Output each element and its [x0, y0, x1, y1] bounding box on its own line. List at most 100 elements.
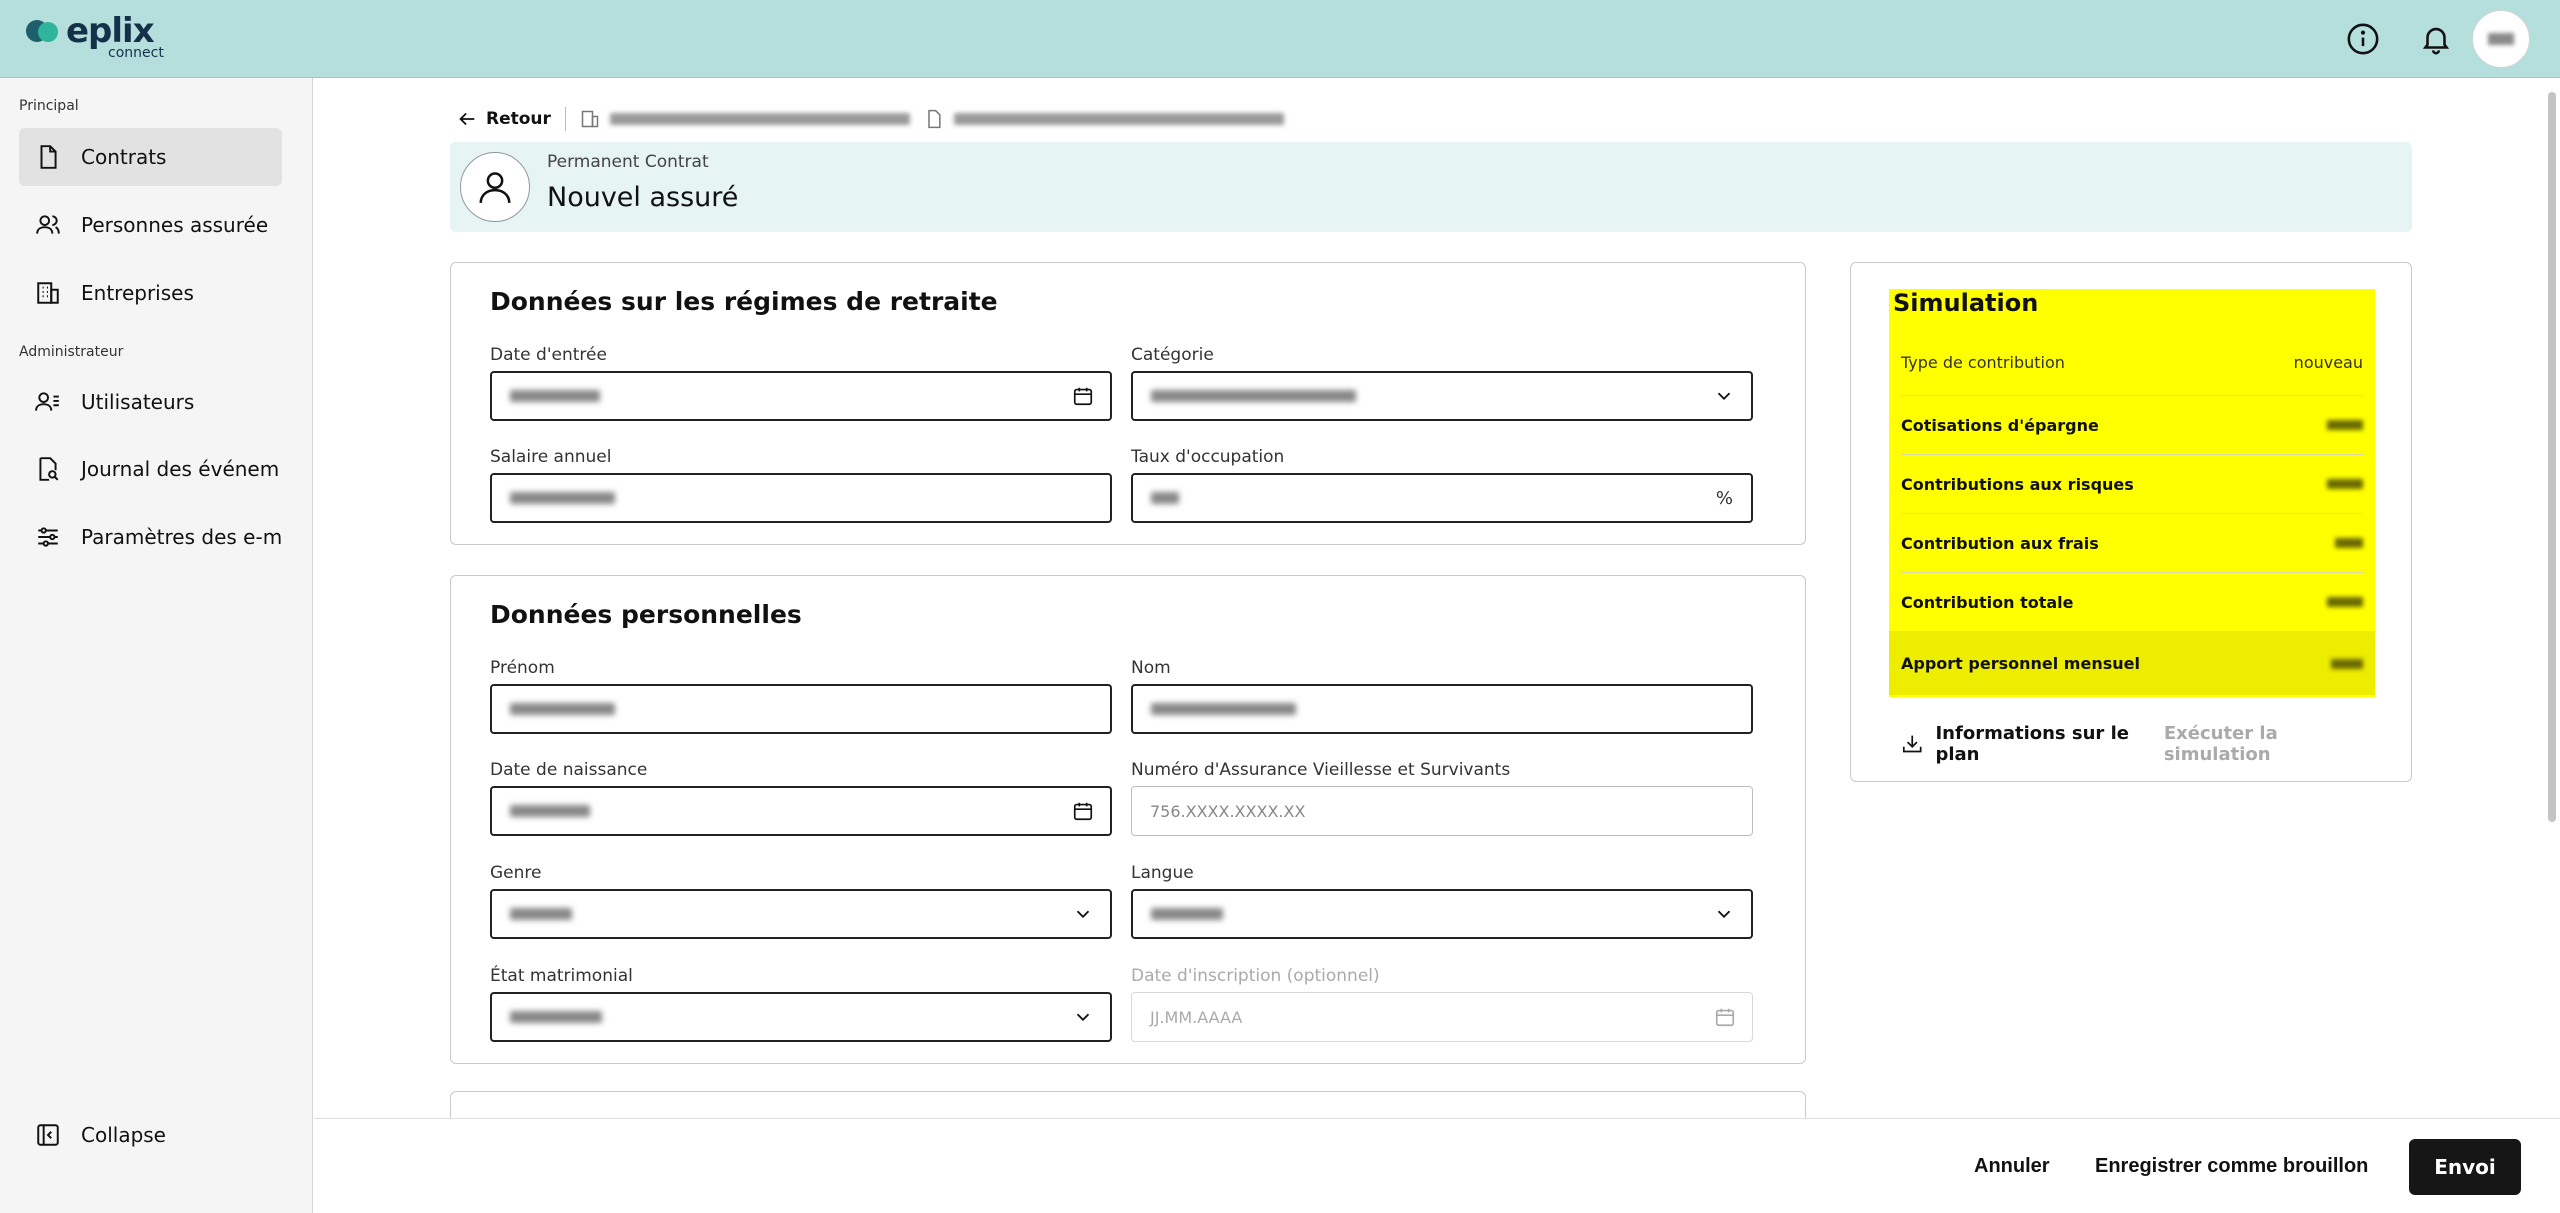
category-select[interactable]: [1131, 371, 1753, 421]
lastname-label: Nom: [1131, 658, 1171, 678]
crumb-divider: [564, 107, 566, 131]
salary-label: Salaire annuel: [490, 447, 612, 467]
breadcrumb-contract-redacted[interactable]: [953, 113, 1284, 125]
top-bar: eplix connect: [0, 0, 2560, 78]
user-avatar[interactable]: [2472, 10, 2530, 68]
sidebar-item-label: Journal des événem: [81, 457, 280, 481]
registration-label: Date d'inscription (optionnel): [1131, 966, 1380, 986]
back-label: Retour: [486, 109, 551, 129]
personal-title: Données personnelles: [490, 600, 802, 629]
pension-title: Données sur les régimes de retraite: [490, 287, 998, 316]
sidebar-section-main: Principal: [19, 98, 79, 114]
sim-row-label: Cotisations d'épargne: [1901, 415, 2099, 435]
sim-row-label: Contribution aux frais: [1901, 533, 2099, 553]
sidebar-item-journal[interactable]: Journal des événem: [19, 440, 282, 498]
sim-row-value-redacted: [2327, 479, 2363, 489]
calendar-icon[interactable]: [1072, 385, 1094, 407]
cancel-button[interactable]: Annuler: [1974, 1155, 2050, 1178]
sidebar-item-label: Paramètres des e-m: [81, 525, 282, 549]
entry-date-field[interactable]: [490, 371, 1112, 421]
entry-date-label: Date d'entrée: [490, 345, 607, 365]
sidebar-item-contrats[interactable]: Contrats: [19, 128, 282, 186]
footer-actions: Annuler Enregistrer comme brouillon Envo…: [314, 1118, 2560, 1213]
sim-row-savings: Cotisations d'épargne: [1901, 395, 2363, 454]
eplix-logo[interactable]: eplix connect: [26, 14, 164, 60]
breadcrumb: Retour: [456, 104, 1284, 134]
page-title: Nouvel assuré: [547, 182, 739, 213]
contribution-type-row: Type de contribution nouveau: [1901, 353, 2363, 372]
calendar-icon[interactable]: [1072, 800, 1094, 822]
sim-row-label: Contribution totale: [1901, 592, 2074, 612]
scrollbar[interactable]: [2548, 92, 2556, 822]
users-icon: [36, 215, 60, 234]
chevron-down-icon: [1076, 1013, 1090, 1022]
firstname-label: Prénom: [490, 658, 555, 678]
calendar-icon: [1715, 1008, 1735, 1027]
language-select[interactable]: [1131, 889, 1753, 939]
user-list-icon: [35, 392, 59, 411]
submit-button[interactable]: Envoi: [2409, 1139, 2521, 1195]
arrow-left-icon: [459, 112, 475, 126]
avs-field[interactable]: 756.XXXX.XXXX.XX: [1131, 786, 1753, 836]
sidebar: Principal Contrats Personnes assurée Ent…: [0, 78, 313, 1213]
back-button[interactable]: Retour: [456, 108, 551, 130]
sidebar-item-utilisateurs[interactable]: Utilisateurs: [19, 373, 282, 431]
avs-label: Numéro d'Assurance Vieillesse et Surviva…: [1131, 760, 1511, 780]
registration-date-field[interactable]: JJ.MM.AAAA: [1131, 992, 1753, 1042]
sim-row-monthly: Apport personnel mensuel: [1889, 631, 2375, 695]
firstname-field[interactable]: [490, 684, 1112, 734]
collapse-label: Collapse: [81, 1123, 166, 1147]
document-icon: [928, 109, 941, 129]
simulation-card: Simulation Type de contribution nouveau …: [1850, 262, 2412, 782]
sim-row-value-redacted: [2327, 597, 2363, 607]
birthdate-field[interactable]: [490, 786, 1112, 836]
simulation-highlight: Simulation Type de contribution nouveau …: [1889, 289, 2375, 697]
logo-sub: connect: [108, 45, 164, 61]
run-simulation-button[interactable]: Exécuter la simulation: [2164, 723, 2377, 765]
save-draft-button[interactable]: Enregistrer comme brouillon: [2095, 1155, 2368, 1178]
document-icon: [40, 145, 57, 169]
next-section-card: [450, 1091, 1806, 1118]
page-subtitle: Permanent Contrat: [547, 152, 709, 172]
chevron-down-icon: [1076, 910, 1090, 919]
lastname-field[interactable]: [1131, 684, 1753, 734]
chevron-down-icon: [1717, 392, 1731, 401]
simulation-actions: Informations sur le plan Exécuter la sim…: [1901, 723, 2377, 765]
person-avatar: [460, 152, 530, 222]
sidebar-section-admin: Administrateur: [19, 344, 124, 360]
sidebar-item-entreprises[interactable]: Entreprises: [19, 264, 282, 322]
contribution-type-label: Type de contribution: [1901, 353, 2065, 372]
simulation-title: Simulation: [1893, 289, 2039, 317]
sim-row-fees: Contribution aux frais: [1901, 513, 2363, 572]
pension-data-card: Données sur les régimes de retraite Date…: [450, 262, 1806, 545]
sidebar-item-personnes[interactable]: Personnes assurée: [19, 196, 282, 254]
percent-suffix: %: [1715, 487, 1733, 509]
personal-data-card: Données personnelles Prénom Nom Date de …: [450, 575, 1806, 1064]
plan-info-label: Informations sur le plan: [1935, 723, 2129, 765]
marital-label: État matrimonial: [490, 966, 633, 986]
collapse-icon: [37, 1124, 59, 1146]
gender-select[interactable]: [490, 889, 1112, 939]
sidebar-item-label: Contrats: [81, 145, 167, 169]
breadcrumb-company-redacted[interactable]: [609, 113, 910, 125]
sim-row-value-redacted: [2327, 420, 2363, 430]
occupation-field[interactable]: %: [1131, 473, 1753, 523]
plan-info-button[interactable]: Informations sur le plan: [1901, 723, 2164, 765]
collapse-button[interactable]: Collapse: [19, 1106, 282, 1164]
sidebar-item-parametres[interactable]: Paramètres des e-m: [19, 508, 282, 566]
gender-label: Genre: [490, 863, 542, 883]
sim-row-value-redacted: [2331, 658, 2363, 669]
contribution-type-value: nouveau: [2293, 353, 2363, 372]
sim-row-value-redacted: [2335, 538, 2363, 548]
bell-icon[interactable]: [2419, 22, 2453, 56]
person-icon: [479, 172, 511, 203]
page-header: Permanent Contrat Nouvel assuré: [450, 142, 2412, 232]
salary-field[interactable]: [490, 473, 1112, 523]
sim-row-risk: Contributions aux risques: [1901, 454, 2363, 513]
marital-select[interactable]: [490, 992, 1112, 1042]
sidebar-item-label: Entreprises: [81, 281, 194, 305]
avs-placeholder: 756.XXXX.XXXX.XX: [1150, 801, 1306, 821]
info-icon[interactable]: [2346, 22, 2380, 56]
building-icon: [581, 110, 599, 128]
log-search-icon: [39, 457, 59, 481]
